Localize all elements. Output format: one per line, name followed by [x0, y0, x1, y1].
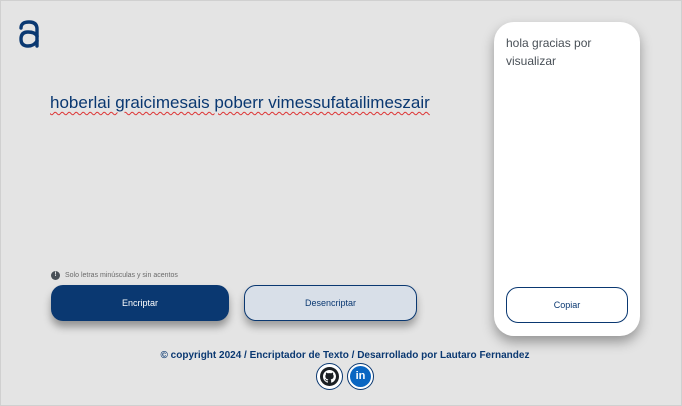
input-hint: ! Solo letras minúsculas y sin acentos: [51, 271, 178, 280]
footer-text: © copyright 2024 / Encriptador de Texto …: [160, 350, 530, 361]
decrypt-button[interactable]: Desencriptar: [244, 285, 417, 321]
info-icon: !: [51, 271, 60, 280]
hint-text: Solo letras minúsculas y sin acentos: [65, 272, 178, 279]
copy-button[interactable]: Copiar: [506, 287, 628, 323]
github-link[interactable]: [316, 363, 343, 390]
social-links: in: [316, 363, 374, 390]
output-panel: hola gracias por visualizar Copiar: [494, 22, 640, 336]
linkedin-link[interactable]: in: [347, 363, 374, 390]
output-text: hola gracias por visualizar: [506, 36, 592, 68]
github-icon: [320, 367, 339, 386]
encrypt-button[interactable]: Encriptar: [51, 285, 229, 321]
text-input[interactable]: hoberlai graicimesais poberr vimessufata…: [50, 90, 450, 240]
linkedin-icon: in: [350, 366, 371, 387]
alura-logo-icon[interactable]: [18, 20, 40, 48]
